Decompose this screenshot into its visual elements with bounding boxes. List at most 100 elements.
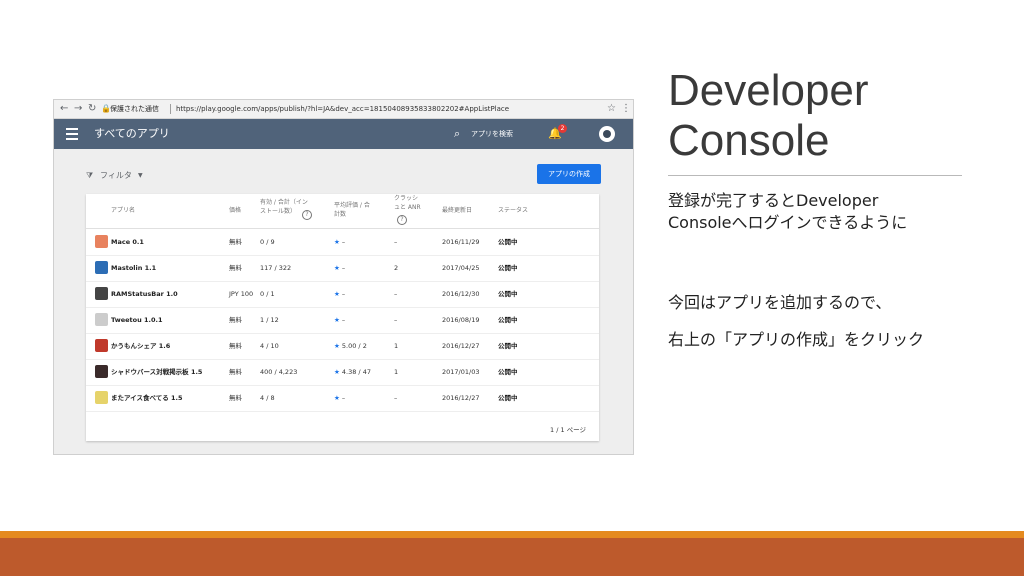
header-price: 価格 xyxy=(229,207,242,214)
cell-rating: ★ – xyxy=(334,264,346,272)
cell-price: 無料 xyxy=(229,238,242,246)
header-updated: 最終更新日 xyxy=(442,207,473,214)
cell-updated: 2016/08/19 xyxy=(442,316,480,324)
header-crash-line1: クラッシ xyxy=(394,195,419,202)
cell-status: 公開中 xyxy=(498,394,518,402)
app-icon xyxy=(95,365,108,378)
cell-updated: 2016/12/27 xyxy=(442,394,480,402)
app-bar: すべてのアプリ ⌕ アプリを検索 🔔 2 xyxy=(54,119,633,149)
cell-name: かうもんシェア 1.6 xyxy=(111,342,171,350)
rating-star-icon: ★ xyxy=(334,368,340,376)
cell-crash: – xyxy=(394,290,398,298)
slide-title-line2: Console xyxy=(668,116,830,165)
cell-name: シャドウバース対戦掲示板 1.5 xyxy=(111,368,203,376)
cell-installs: 400 / 4,223 xyxy=(260,368,298,376)
cell-installs: 1 / 12 xyxy=(260,316,279,324)
cell-status: 公開中 xyxy=(498,316,518,324)
header-rating: 平均評価 / 合 計数 xyxy=(334,201,370,219)
cell-rating: ★ – xyxy=(334,238,346,246)
cell-updated: 2016/11/29 xyxy=(442,238,480,246)
header-rating-line2: 計数 xyxy=(334,211,347,218)
cell-installs: 0 / 1 xyxy=(260,290,275,298)
cell-updated: 2017/04/25 xyxy=(442,264,480,272)
secure-label: 保護された通信 xyxy=(110,105,159,113)
table-row[interactable]: RAMStatusBar 1.0 JPY 100 0 / 1 ★ – – 2016/12/… xyxy=(86,281,599,308)
slide-title-line1: Developer xyxy=(668,66,869,115)
cell-name: またアイス食べてる 1.5 xyxy=(111,394,183,402)
slide-text-1: 登録が完了するとDeveloper Consoleへログインできるように xyxy=(668,190,907,234)
header-rating-line1: 平均評価 / 合 xyxy=(334,202,370,209)
search-icon[interactable]: ⌕ xyxy=(454,127,460,141)
rating-star-icon: ★ xyxy=(334,316,340,324)
app-icon xyxy=(95,339,108,352)
cell-crash: – xyxy=(394,316,398,324)
cell-installs: 117 / 322 xyxy=(260,264,292,272)
cell-updated: 2016/12/27 xyxy=(442,342,480,350)
account-avatar[interactable] xyxy=(599,126,615,142)
filter-dropdown[interactable]: ⧩ フィルタ ▼ xyxy=(86,167,152,184)
header-status: ステータス xyxy=(498,207,529,214)
header-crash-line2: ュと ANR xyxy=(394,204,421,211)
header-installs: 有効 / 合計（イン ストール数） xyxy=(260,198,308,216)
cell-status: 公開中 xyxy=(498,238,518,246)
bookmark-star-icon[interactable]: ☆ xyxy=(607,102,616,116)
header-crash: クラッシ ュと ANR xyxy=(394,194,421,212)
table-row[interactable]: かうもんシェア 1.6 無料 4 / 10 ★ 5.00 / 2 1 2016/12/27… xyxy=(86,333,599,360)
cell-status: 公開中 xyxy=(498,264,518,272)
app-icon xyxy=(95,235,108,248)
url-divider xyxy=(170,104,171,114)
hamburger-menu-icon[interactable] xyxy=(66,128,78,140)
cell-status: 公開中 xyxy=(498,342,518,350)
rating-star-icon: ★ xyxy=(334,342,340,350)
installs-help-icon[interactable]: ? xyxy=(302,210,312,220)
app-icon xyxy=(95,391,108,404)
slide-text-1-line2: Consoleへログインできるように xyxy=(668,213,908,232)
rating-star-icon: ★ xyxy=(334,394,340,402)
back-icon[interactable]: ← xyxy=(60,102,68,116)
cell-rating: ★ 4.38 / 47 xyxy=(334,368,371,376)
rating-star-icon: ★ xyxy=(334,290,340,298)
browser-menu-icon[interactable]: ⋮ xyxy=(621,102,631,116)
app-icon xyxy=(95,287,108,300)
table-row[interactable]: シャドウバース対戦掲示板 1.5 無料 400 / 4,223 ★ 4.38 / 47… xyxy=(86,359,599,386)
reload-icon[interactable]: ↻ xyxy=(88,102,96,116)
pagination: 1 / 1 ページ xyxy=(550,426,587,434)
cell-crash: 1 xyxy=(394,342,399,350)
cell-price: 無料 xyxy=(229,316,242,324)
filter-label: フィルタ xyxy=(100,171,132,180)
cell-crash: – xyxy=(394,238,398,246)
slide-title: Developer Console xyxy=(668,66,869,166)
slide-text-3: 右上の「アプリの作成」をクリック xyxy=(668,330,925,349)
header-installs-line1: 有効 / 合計（イン xyxy=(260,199,308,206)
cell-updated: 2016/12/30 xyxy=(442,290,480,298)
slide-text-2: 今回はアプリを追加するので、 xyxy=(668,293,892,312)
cell-crash: 1 xyxy=(394,368,399,376)
cell-price: 無料 xyxy=(229,342,242,350)
table-row[interactable]: またアイス食べてる 1.5 無料 4 / 8 ★ – – 2016/12/27 公開中 xyxy=(86,385,599,412)
app-list-table: アプリ名 価格 有効 / 合計（イン ストール数） ? 平均評価 / 合 計数 … xyxy=(86,194,599,441)
search-app-button[interactable]: アプリを検索 xyxy=(471,128,513,140)
crash-help-icon[interactable]: ? xyxy=(397,215,407,225)
cell-rating: ★ – xyxy=(334,290,346,298)
browser-bar: ← → ↻ 🔒 保護された通信 https://play.google.com/… xyxy=(54,100,633,119)
table-row[interactable]: Mace 0.1 無料 0 / 9 ★ – – 2016/11/29 公開中 xyxy=(86,229,599,256)
cell-installs: 4 / 10 xyxy=(260,342,279,350)
rating-star-icon: ★ xyxy=(334,264,340,272)
app-icon xyxy=(95,313,108,326)
header-app-name: アプリ名 xyxy=(111,207,136,214)
create-app-button[interactable]: アプリの作成 xyxy=(537,164,601,184)
url-field[interactable]: https://play.google.com/apps/publish/?hl… xyxy=(176,103,576,115)
cell-rating: ★ – xyxy=(334,316,346,324)
console-screenshot: ← → ↻ 🔒 保護された通信 https://play.google.com/… xyxy=(54,100,633,454)
table-row[interactable]: Tweetou 1.0.1 無料 1 / 12 ★ – – 2016/08/19 公開中 xyxy=(86,307,599,334)
cell-crash: – xyxy=(394,394,398,402)
title-divider xyxy=(668,175,962,176)
forward-icon[interactable]: → xyxy=(74,102,82,116)
cell-installs: 4 / 8 xyxy=(260,394,275,402)
table-row[interactable]: Mastolin 1.1 無料 117 / 322 ★ – 2 2017/04/25 公開中 xyxy=(86,255,599,282)
notification-badge: 2 xyxy=(558,124,567,133)
cell-status: 公開中 xyxy=(498,368,518,376)
cell-name: Mace 0.1 xyxy=(111,238,144,246)
header-installs-line2: ストール数） xyxy=(260,208,297,215)
cell-name: Mastolin 1.1 xyxy=(111,264,157,272)
